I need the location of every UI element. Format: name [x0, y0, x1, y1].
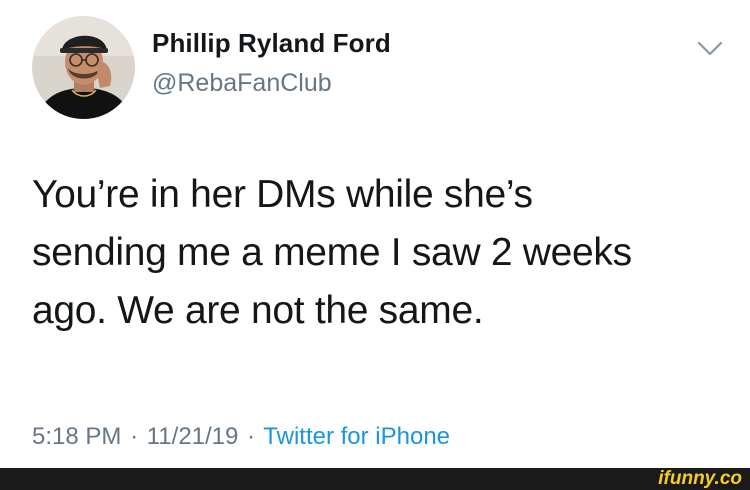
tweet-menu-button[interactable]	[697, 38, 723, 58]
meta-separator: ·	[130, 423, 139, 450]
tweet-client-link[interactable]: Twitter for iPhone	[263, 423, 450, 450]
tweet-card: Phillip Ryland Ford @RebaFanClub You’re …	[0, 0, 750, 468]
user-handle[interactable]: @RebaFanClub	[152, 69, 332, 98]
display-name[interactable]: Phillip Ryland Ford	[152, 28, 391, 59]
tweet-text: You’re in her DMs while she’s sending me…	[32, 173, 632, 332]
tweet-date[interactable]: 11/21/19	[147, 423, 239, 450]
chevron-down-icon	[697, 41, 723, 56]
tweet-meta: 5:18 PM · 11/21/19 · Twitter for iPhone	[32, 423, 450, 451]
ifunny-watermark[interactable]: ifunny.co	[658, 468, 742, 490]
tweet-time[interactable]: 5:18 PM	[32, 423, 121, 450]
watermark-bar: ifunny.co	[0, 468, 750, 490]
user-avatar-icon	[32, 16, 135, 119]
avatar[interactable]	[32, 16, 135, 119]
meta-separator: ·	[247, 423, 256, 450]
